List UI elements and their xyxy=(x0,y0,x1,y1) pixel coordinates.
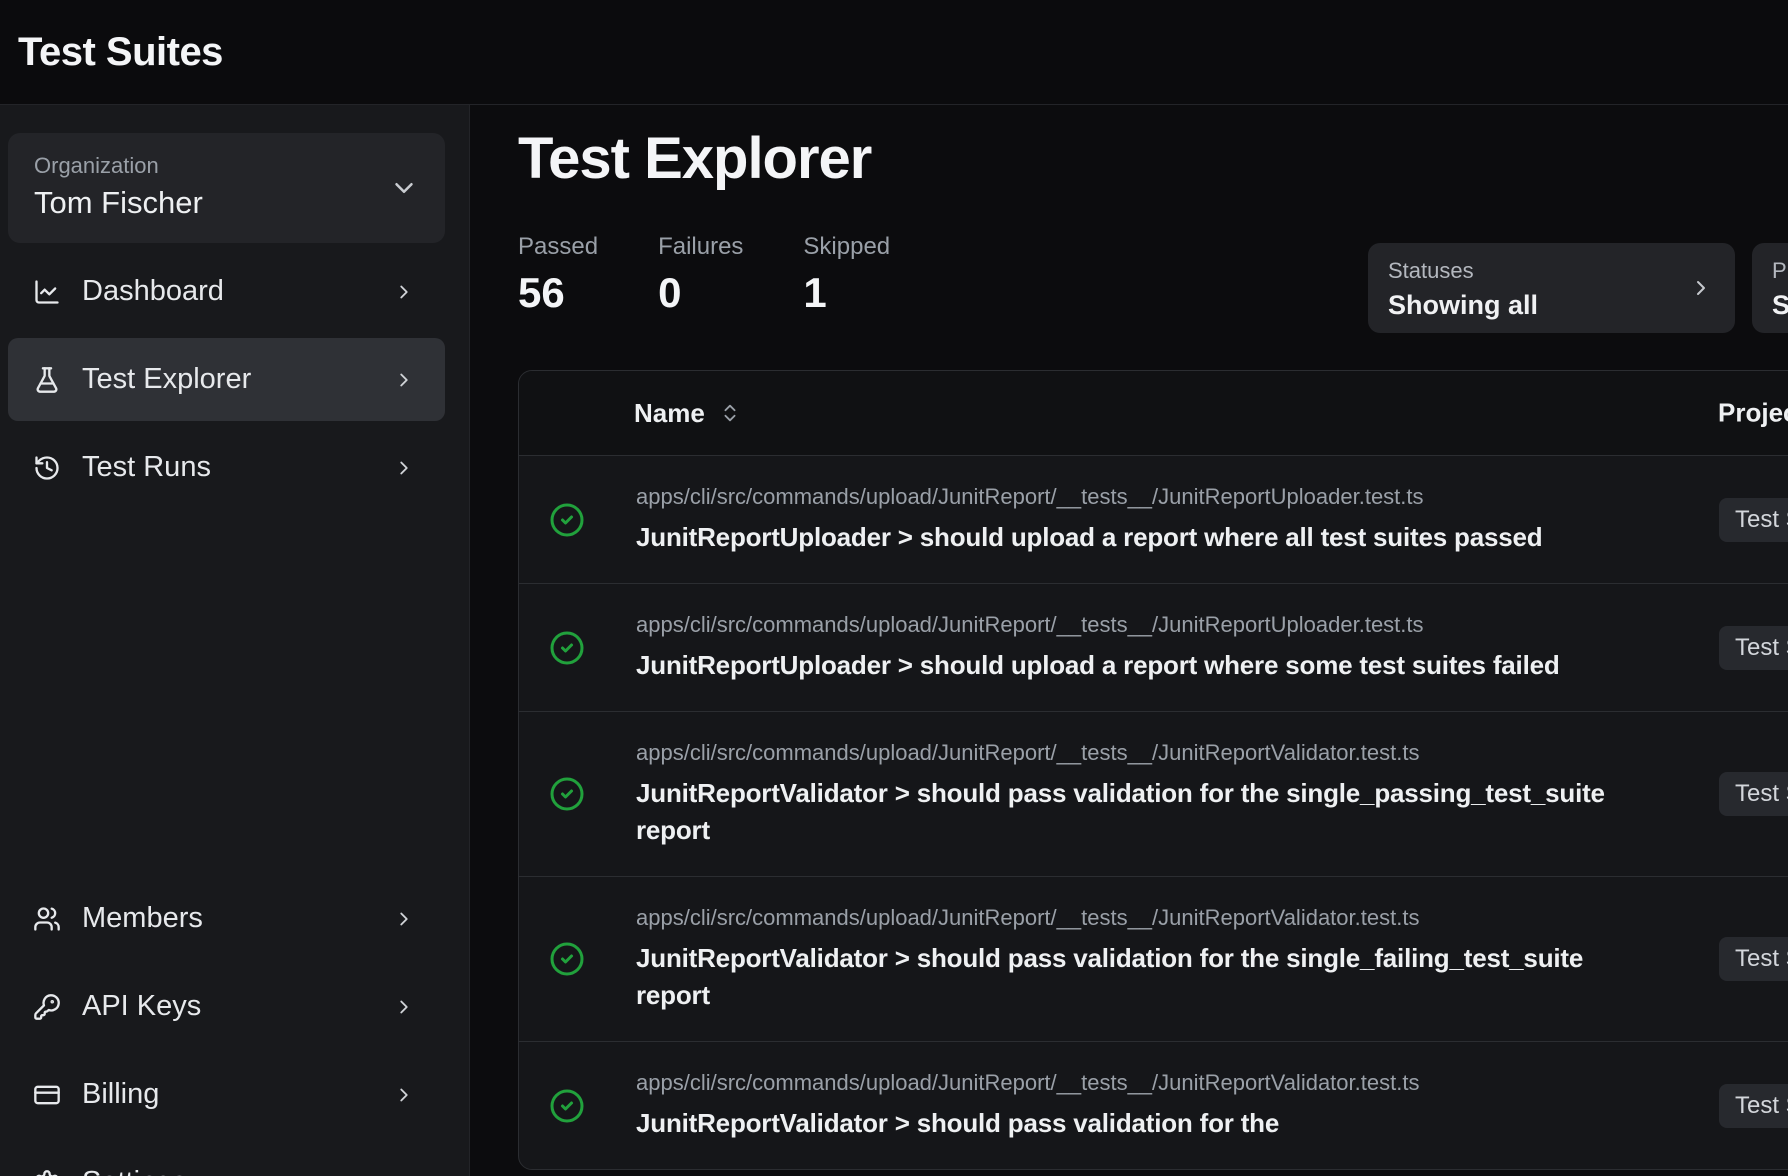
sidebar-item-settings[interactable]: Settings xyxy=(8,1141,445,1176)
stat-failures: Failures 0 xyxy=(658,233,743,317)
sidebar-item-dashboard[interactable]: Dashboard xyxy=(8,250,445,333)
sidebar-item-members[interactable]: Members xyxy=(8,877,445,960)
column-header-project: Project xyxy=(1718,398,1788,429)
sidebar-item-label: Billing xyxy=(82,1078,159,1111)
stat-value: 56 xyxy=(518,269,598,317)
organization-label: Organization xyxy=(34,153,159,179)
check-circle-icon xyxy=(549,941,585,977)
project-badge: Test Suites xyxy=(1719,937,1788,981)
line-chart-icon xyxy=(33,278,61,306)
table-row[interactable]: apps/cli/src/commands/upload/JunitReport… xyxy=(519,876,1788,1041)
chevron-right-icon xyxy=(393,996,415,1018)
table-row[interactable]: apps/cli/src/commands/upload/JunitReport… xyxy=(519,456,1788,583)
stat-skipped: Skipped 1 xyxy=(803,233,890,317)
sidebar-item-label: Members xyxy=(82,902,203,935)
check-circle-icon xyxy=(549,630,585,666)
stat-label: Failures xyxy=(658,233,743,261)
sidebar-item-label: Test Runs xyxy=(82,451,211,484)
organization-switcher[interactable]: Organization Tom Fischer xyxy=(8,133,445,243)
history-icon xyxy=(33,454,61,482)
filter-label: Statuses xyxy=(1388,258,1675,284)
filter-value: Showing all xyxy=(1772,290,1788,321)
sidebar-item-label: API Keys xyxy=(82,990,201,1023)
stat-value: 0 xyxy=(658,269,743,317)
project-badge: Test Suites xyxy=(1719,1084,1788,1128)
sidebar-item-test-runs[interactable]: Test Runs xyxy=(8,426,445,509)
check-circle-icon xyxy=(549,776,585,812)
chevron-down-icon xyxy=(389,173,419,203)
sidebar-item-billing[interactable]: Billing xyxy=(8,1053,445,1136)
table-header: Name Project xyxy=(519,371,1788,456)
sidebar-nav-primary: Dashboard Test Explorer Test Runs xyxy=(8,250,445,509)
chevron-right-icon xyxy=(1689,276,1713,300)
chevron-right-icon xyxy=(393,457,415,479)
stat-passed: Passed 56 xyxy=(518,233,598,317)
statuses-filter[interactable]: Statuses Showing all xyxy=(1368,243,1735,333)
test-file-path: apps/cli/src/commands/upload/JunitReport… xyxy=(636,1069,1657,1096)
stat-label: Passed xyxy=(518,233,598,261)
test-title: JunitReportUploader > should upload a re… xyxy=(636,519,1657,556)
gear-icon xyxy=(33,1169,61,1176)
top-bar: Test Suites xyxy=(0,0,1788,105)
project-badge: Test Suites xyxy=(1719,626,1788,670)
chevron-right-icon xyxy=(393,281,415,303)
test-file-path: apps/cli/src/commands/upload/JunitReport… xyxy=(636,904,1657,931)
sidebar-item-label: Settings xyxy=(82,1166,187,1176)
test-title: JunitReportValidator > should pass valid… xyxy=(636,775,1657,849)
test-file-path: apps/cli/src/commands/upload/JunitReport… xyxy=(636,483,1657,510)
project-badge: Test Suites xyxy=(1719,498,1788,542)
check-circle-icon xyxy=(549,1088,585,1124)
sidebar-nav-secondary: Members API Keys Billing xyxy=(8,877,445,1176)
organization-name: Tom Fischer xyxy=(34,185,203,221)
table-row[interactable]: apps/cli/src/commands/upload/JunitReport… xyxy=(519,711,1788,876)
credit-card-icon xyxy=(33,1081,61,1109)
users-icon xyxy=(33,905,61,933)
filter-value: Showing all xyxy=(1388,290,1675,321)
app-title: Test Suites xyxy=(18,30,223,75)
check-circle-icon xyxy=(549,502,585,538)
table-row[interactable]: apps/cli/src/commands/upload/JunitReport… xyxy=(519,583,1788,711)
test-file-path: apps/cli/src/commands/upload/JunitReport… xyxy=(636,739,1657,766)
test-title: JunitReportUploader > should upload a re… xyxy=(636,647,1657,684)
sidebar-item-label: Test Explorer xyxy=(82,363,251,396)
key-icon xyxy=(33,993,61,1021)
main-content: Test Explorer Passed 56 Failures 0 Skipp… xyxy=(470,105,1788,1176)
sidebar-item-label: Dashboard xyxy=(82,275,224,308)
sidebar: Organization Tom Fischer Dashboard Test … xyxy=(0,105,470,1176)
chevron-right-icon xyxy=(393,1172,415,1176)
chevron-right-icon xyxy=(393,1084,415,1106)
column-header-name[interactable]: Name xyxy=(634,398,741,429)
stats-summary: Passed 56 Failures 0 Skipped 1 xyxy=(518,233,890,317)
flask-icon xyxy=(33,366,61,394)
chevron-right-icon xyxy=(393,908,415,930)
table-row[interactable]: apps/cli/src/commands/upload/JunitReport… xyxy=(519,1041,1788,1169)
sidebar-item-test-explorer[interactable]: Test Explorer xyxy=(8,338,445,421)
projects-filter[interactable]: Projects Showing all xyxy=(1752,243,1788,333)
column-header-name-label: Name xyxy=(634,398,705,429)
filter-label: Projects xyxy=(1772,258,1788,284)
stat-label: Skipped xyxy=(803,233,890,261)
test-file-path: apps/cli/src/commands/upload/JunitReport… xyxy=(636,611,1657,638)
page-title: Test Explorer xyxy=(518,125,871,192)
sort-chevrons-icon xyxy=(719,402,741,424)
sidebar-item-api-keys[interactable]: API Keys xyxy=(8,965,445,1048)
test-title: JunitReportValidator > should pass valid… xyxy=(636,940,1657,1014)
test-title: JunitReportValidator > should pass valid… xyxy=(636,1105,1657,1142)
stat-value: 1 xyxy=(803,269,890,317)
project-badge: Test Suites xyxy=(1719,772,1788,816)
chevron-right-icon xyxy=(393,369,415,391)
test-results-table: Name Project apps/cli/src/commands/uploa… xyxy=(518,370,1788,1170)
